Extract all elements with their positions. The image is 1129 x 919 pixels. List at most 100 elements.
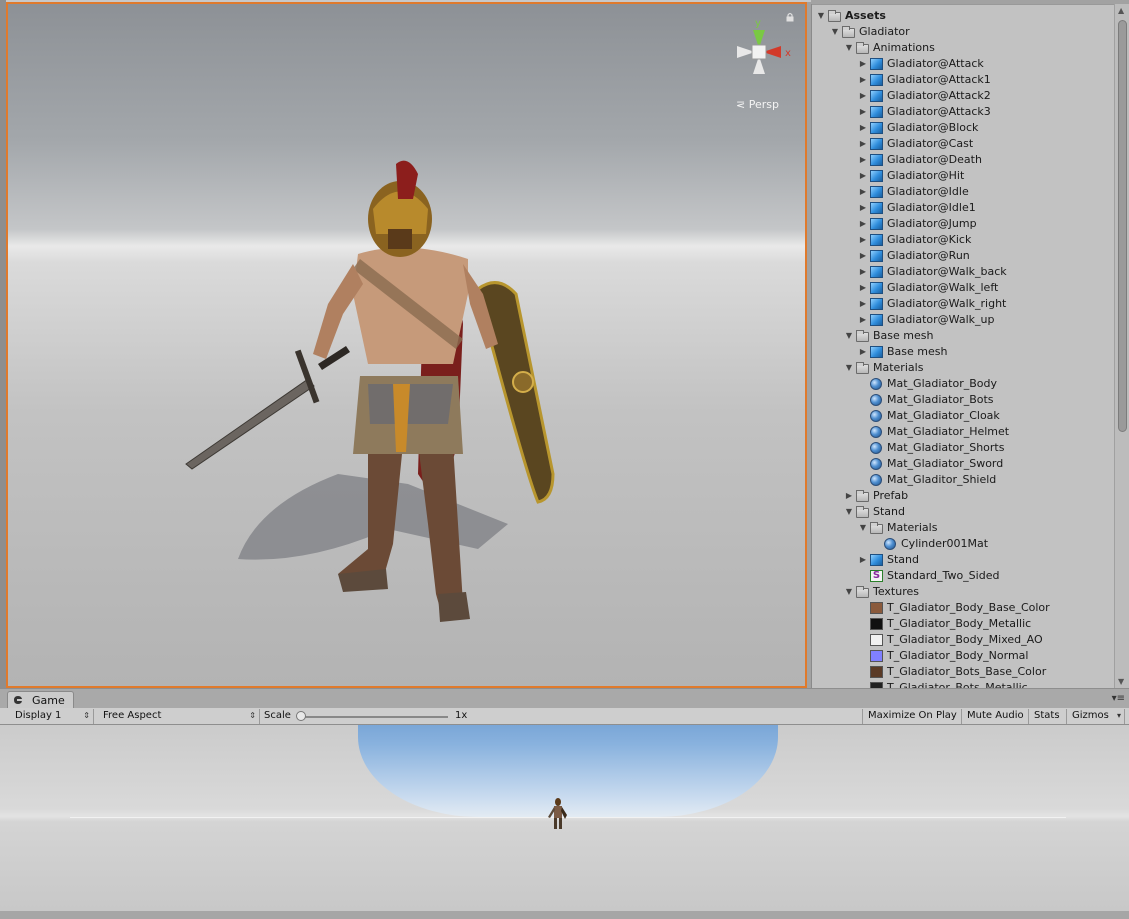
expand-right-icon[interactable]: ▶	[858, 184, 868, 200]
tree-row-label: Gladiator@Run	[887, 249, 970, 262]
tree-row-mesh[interactable]: ▶ Gladiator@Attack2	[812, 88, 1112, 104]
expand-right-icon[interactable]: ▶	[858, 88, 868, 104]
tree-row-folder[interactable]: ▼ Materials	[812, 360, 1112, 376]
tree-row-texture[interactable]: T_Gladiator_Body_Normal	[812, 648, 1112, 664]
tree-row-mesh[interactable]: ▶ Gladiator@Cast	[812, 136, 1112, 152]
gladiator-model[interactable]	[8, 4, 807, 688]
persp-label[interactable]: ⋜ Persp	[736, 98, 779, 111]
expand-right-icon[interactable]: ▶	[858, 136, 868, 152]
tree-row-mesh[interactable]: ▶ Gladiator@Idle	[812, 184, 1112, 200]
tree-row-mesh[interactable]: ▶ Gladiator@Run	[812, 248, 1112, 264]
tree-row-folder[interactable]: ▼ Textures	[812, 584, 1112, 600]
expand-right-icon[interactable]: ▶	[858, 72, 868, 88]
tree-row-mesh[interactable]: ▶ Stand	[812, 552, 1112, 568]
gizmos-dropdown[interactable]: Gizmos ▾	[1067, 709, 1125, 724]
expand-down-icon[interactable]: ▼	[844, 504, 854, 520]
aspect-dropdown[interactable]: Free Aspect ⇕	[98, 709, 260, 724]
expand-right-icon[interactable]: ▶	[858, 344, 868, 360]
tree-row-material[interactable]: Mat_Gladitor_Shield	[812, 472, 1112, 488]
maximize-on-play-button[interactable]: Maximize On Play	[862, 709, 962, 724]
tree-row-material[interactable]: Mat_Gladiator_Cloak	[812, 408, 1112, 424]
expand-right-icon[interactable]: ▶	[858, 120, 868, 136]
expand-right-icon[interactable]: ▶	[858, 216, 868, 232]
expand-down-icon[interactable]: ▼	[858, 520, 868, 536]
expand-right-icon[interactable]: ▶	[858, 264, 868, 280]
expand-right-icon[interactable]: ▶	[858, 152, 868, 168]
tree-row-shader[interactable]: S Standard_Two_Sided	[812, 568, 1112, 584]
tree-row-mesh[interactable]: ▶ Gladiator@Walk_up	[812, 312, 1112, 328]
panel-menu-icon[interactable]: ▾≡	[1112, 693, 1125, 704]
tree-row-label: Stand	[873, 505, 905, 518]
chevron-down-icon: ▾	[1116, 711, 1121, 720]
expand-right-icon[interactable]: ▶	[858, 296, 868, 312]
tree-row-mesh[interactable]: ▶ Gladiator@Block	[812, 120, 1112, 136]
expand-right-icon[interactable]: ▶	[858, 104, 868, 120]
tree-row-mesh[interactable]: ▶ Gladiator@Walk_left	[812, 280, 1112, 296]
expand-right-icon[interactable]: ▶	[858, 312, 868, 328]
tree-row-texture[interactable]: T_Gladiator_Bots_Base_Color	[812, 664, 1112, 680]
tree-row-material[interactable]: Cylinder001Mat	[812, 536, 1112, 552]
expand-right-icon[interactable]: ▶	[858, 56, 868, 72]
tree-row-mesh[interactable]: ▶ Gladiator@Jump	[812, 216, 1112, 232]
project-scrollbar[interactable]: ▲ ▼	[1114, 4, 1129, 688]
scale-slider-knob[interactable]	[296, 711, 306, 721]
expand-right-icon[interactable]: ▶	[858, 168, 868, 184]
tree-row-mesh[interactable]: ▶ Base mesh	[812, 344, 1112, 360]
tree-row-mesh[interactable]: ▶ Gladiator@Kick	[812, 232, 1112, 248]
tree-row-folder[interactable]: ▼ Animations	[812, 40, 1112, 56]
tree-row-mesh[interactable]: ▶ Gladiator@Hit	[812, 168, 1112, 184]
tree-row-texture[interactable]: T_Gladiator_Body_Metallic	[812, 616, 1112, 632]
tree-row-mesh[interactable]: ▶ Gladiator@Attack	[812, 56, 1112, 72]
tree-row-label: Standard_Two_Sided	[887, 569, 1000, 582]
tree-row-label: Mat_Gladitor_Shield	[887, 473, 997, 486]
scroll-thumb[interactable]	[1118, 20, 1127, 432]
scroll-up-icon[interactable]: ▲	[1118, 6, 1124, 15]
expand-right-icon[interactable]: ▶	[858, 200, 868, 216]
expand-right-icon[interactable]: ▶	[858, 552, 868, 568]
expand-down-icon[interactable]: ▼	[844, 40, 854, 56]
tree-row-material[interactable]: Mat_Gladiator_Helmet	[812, 424, 1112, 440]
scene-orientation-gizmo[interactable]: y x	[719, 12, 799, 92]
tree-row-mesh[interactable]: ▶ Gladiator@Walk_back	[812, 264, 1112, 280]
expand-down-icon[interactable]: ▼	[844, 360, 854, 376]
tree-row-material[interactable]: Mat_Gladiator_Shorts	[812, 440, 1112, 456]
texture-icon	[870, 650, 883, 662]
tree-row-folder[interactable]: ▶ Prefab	[812, 488, 1112, 504]
tree-row-material[interactable]: Mat_Gladiator_Bots	[812, 392, 1112, 408]
tree-row-folder[interactable]: ▼ Assets	[812, 8, 1112, 24]
tree-row-mesh[interactable]: ▶ Gladiator@Attack1	[812, 72, 1112, 88]
tab-game[interactable]: Game	[7, 691, 74, 709]
expand-right-icon[interactable]: ▶	[858, 232, 868, 248]
scroll-down-icon[interactable]: ▼	[1118, 677, 1124, 686]
tree-row-folder[interactable]: ▼ Base mesh	[812, 328, 1112, 344]
lock-icon[interactable]	[785, 12, 795, 22]
expand-down-icon[interactable]: ▼	[830, 24, 840, 40]
expand-right-icon[interactable]: ▶	[858, 280, 868, 296]
stats-button[interactable]: Stats	[1029, 709, 1067, 724]
project-panel: ▼ Assets ▼ Gladiator ▼ Animations ▶ Gladiator@A…	[811, 4, 1129, 688]
display-dropdown[interactable]: Display 1 ⇕	[10, 709, 94, 724]
mute-audio-button[interactable]: Mute Audio	[962, 709, 1029, 724]
tree-row-folder[interactable]: ▼ Stand	[812, 504, 1112, 520]
expand-down-icon[interactable]: ▼	[844, 328, 854, 344]
tree-row-mesh[interactable]: ▶ Gladiator@Death	[812, 152, 1112, 168]
expand-right-icon[interactable]: ▶	[858, 248, 868, 264]
expand-right-icon[interactable]: ▶	[844, 488, 854, 504]
tree-row-folder[interactable]: ▼ Materials	[812, 520, 1112, 536]
material-sphere-icon	[870, 410, 882, 422]
tree-row-material[interactable]: Mat_Gladiator_Sword	[812, 456, 1112, 472]
mesh-cube-icon	[870, 122, 883, 134]
expand-down-icon[interactable]: ▼	[844, 584, 854, 600]
tree-row-folder[interactable]: ▼ Gladiator	[812, 24, 1112, 40]
game-view[interactable]	[0, 725, 1129, 911]
scale-slider[interactable]	[300, 716, 448, 718]
tree-row-texture[interactable]: T_Gladiator_Bots_Metallic	[812, 680, 1112, 688]
tree-row-material[interactable]: Mat_Gladiator_Body	[812, 376, 1112, 392]
expand-down-icon[interactable]: ▼	[816, 8, 826, 24]
tree-row-mesh[interactable]: ▶ Gladiator@Idle1	[812, 200, 1112, 216]
scene-view[interactable]: y x ⋜ Persp	[6, 2, 807, 688]
tree-row-mesh[interactable]: ▶ Gladiator@Walk_right	[812, 296, 1112, 312]
tree-row-texture[interactable]: T_Gladiator_Body_Mixed_AO	[812, 632, 1112, 648]
tree-row-mesh[interactable]: ▶ Gladiator@Attack3	[812, 104, 1112, 120]
tree-row-texture[interactable]: T_Gladiator_Body_Base_Color	[812, 600, 1112, 616]
